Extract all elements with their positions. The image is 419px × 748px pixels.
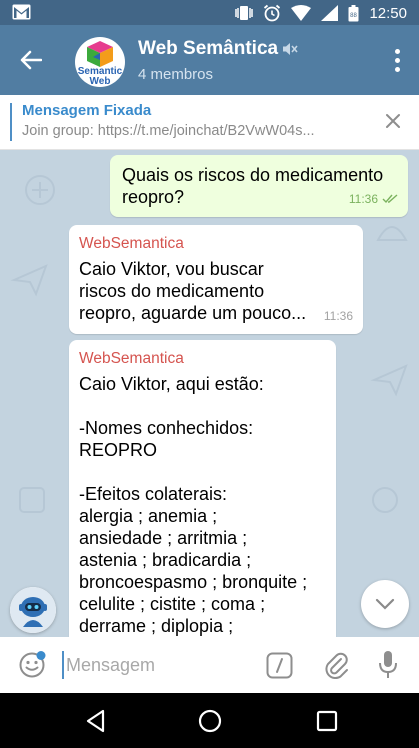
- double-check-icon: [382, 194, 398, 204]
- message-input[interactable]: [62, 651, 252, 679]
- background-doodle-icon: [370, 364, 408, 397]
- more-vertical-icon[interactable]: [387, 45, 407, 75]
- pinned-text: Join group: https://t.me/joinchat/B2VwW0…: [22, 123, 315, 139]
- background-doodle-icon: [25, 175, 55, 205]
- close-icon[interactable]: [383, 111, 403, 131]
- chat-title[interactable]: Web Semântica: [138, 38, 298, 60]
- incoming-message[interactable]: WebSemantica Caio Viktor, vou buscar ris…: [69, 225, 363, 334]
- pinned-title: Mensagem Fixada: [22, 102, 152, 119]
- outgoing-message[interactable]: Quais os riscos do medicamento reopro? 1…: [110, 155, 408, 217]
- message-time: 11:36: [323, 309, 353, 323]
- message-text: Caio Viktor, aqui estão: -Nomes conhechi…: [79, 374, 308, 636]
- vibrate-icon: [235, 6, 254, 20]
- circle-home-icon[interactable]: [197, 708, 223, 734]
- paperclip-icon[interactable]: [321, 650, 351, 680]
- scroll-down-button[interactable]: [361, 580, 409, 628]
- pinned-accent-bar: [10, 103, 12, 141]
- signal-icon: [321, 5, 339, 21]
- sender-name: WebSemantica: [79, 350, 184, 367]
- status-bar: 88 12:50: [0, 0, 419, 25]
- bot-avatar[interactable]: [10, 587, 56, 633]
- slash-command-icon[interactable]: [266, 652, 293, 679]
- emoji-icon[interactable]: [18, 651, 46, 679]
- gmail-icon: [12, 4, 31, 20]
- message-meta: 11:36: [324, 305, 353, 327]
- semantic-web-cube-logo: [87, 41, 113, 67]
- battery-icon: 88: [348, 4, 359, 21]
- chevron-down-icon: [375, 598, 395, 610]
- system-nav-bar: [0, 693, 419, 748]
- message-meta: 11:36: [349, 188, 398, 210]
- sender-name: WebSemantica: [79, 235, 184, 252]
- chat-area[interactable]: Quais os riscos do medicamento reopro? 1…: [0, 150, 419, 637]
- avatar-logo-line2: Web: [89, 76, 111, 87]
- clock: 12:50: [369, 4, 407, 22]
- message-time: 11:36: [348, 192, 378, 206]
- background-doodle-icon: [10, 264, 48, 297]
- message-text: Caio Viktor, vou buscar riscos do medica…: [79, 259, 307, 323]
- member-count: 4 membros: [138, 66, 214, 83]
- message-composer: [0, 637, 419, 693]
- incoming-message[interactable]: WebSemantica Caio Viktor, aqui estão: -N…: [69, 340, 336, 637]
- back-button[interactable]: [16, 45, 46, 75]
- chat-title-text: Web Semântica: [138, 38, 279, 59]
- arrow-left-icon: [20, 50, 42, 70]
- triangle-back-icon[interactable]: [83, 708, 109, 734]
- pinned-message[interactable]: Mensagem Fixada Join group: https://t.me…: [0, 95, 419, 150]
- microphone-icon[interactable]: [378, 650, 398, 680]
- background-doodle-icon: [372, 487, 398, 513]
- svg-text:88: 88: [351, 13, 358, 19]
- alarm-icon: [264, 4, 281, 22]
- bot-icon: [10, 587, 56, 633]
- square-recent-icon[interactable]: [314, 708, 340, 734]
- wifi-icon: [291, 5, 312, 21]
- chat-header: Semantic Web Web Semântica 4 membros: [0, 25, 419, 95]
- muted-speaker-icon: [283, 43, 298, 55]
- background-doodle-icon: [19, 487, 45, 513]
- group-avatar[interactable]: Semantic Web: [75, 37, 125, 87]
